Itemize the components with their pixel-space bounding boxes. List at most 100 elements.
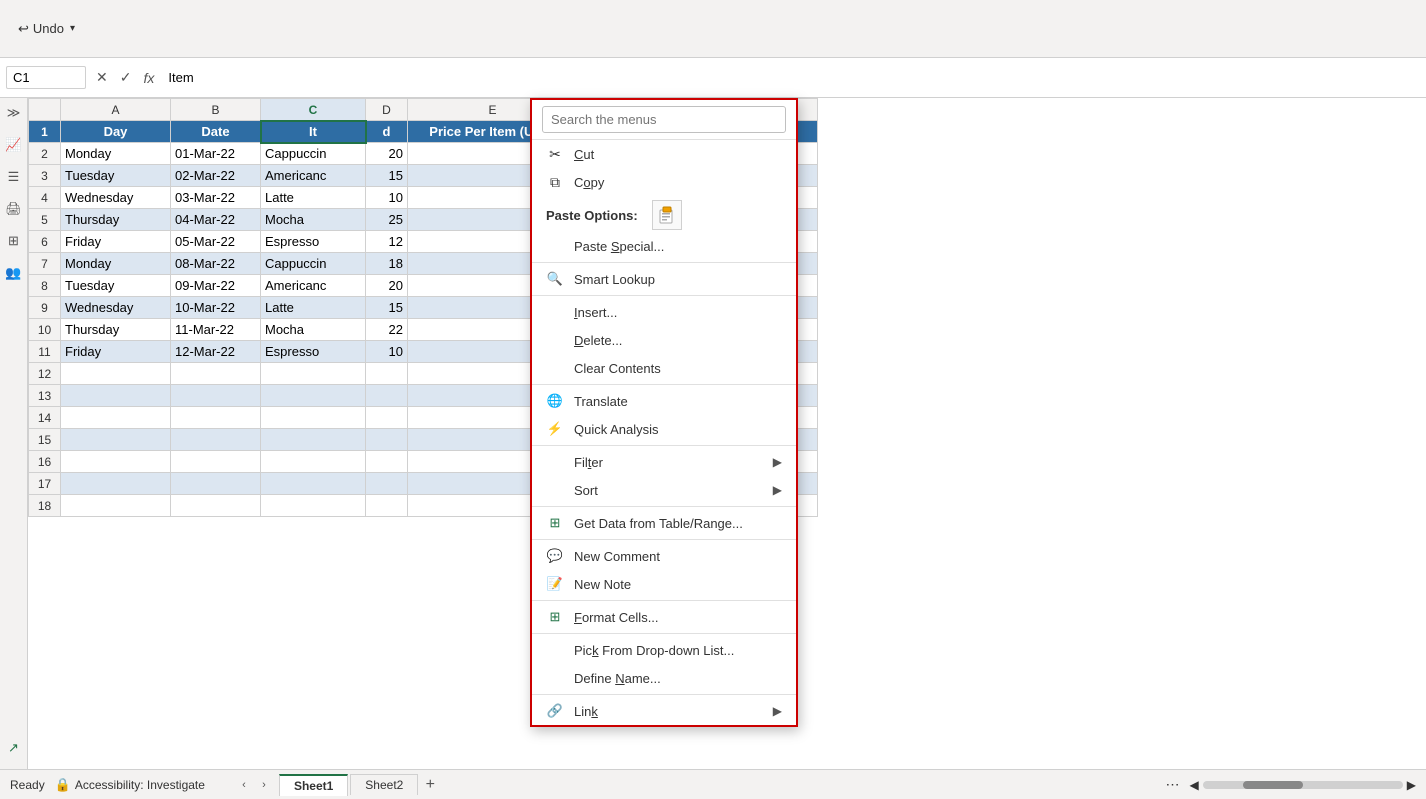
sidebar-icon-grid[interactable]: ⊞: [3, 230, 25, 252]
cell-B2[interactable]: 01-Mar-22: [171, 143, 261, 165]
cell-C8[interactable]: Americanc: [261, 275, 366, 297]
menu-item-new-note[interactable]: 📝 New Note: [532, 570, 796, 598]
cell-C17[interactable]: [261, 473, 366, 495]
cell-C4[interactable]: Latte: [261, 187, 366, 209]
cell-A6[interactable]: Friday: [61, 231, 171, 253]
cell-A11[interactable]: Friday: [61, 341, 171, 363]
cell-B6[interactable]: 05-Mar-22: [171, 231, 261, 253]
cell-D13[interactable]: [366, 385, 408, 407]
sheet-nav-right[interactable]: ›: [255, 776, 273, 794]
col-header-B[interactable]: B: [171, 99, 261, 121]
cell-B16[interactable]: [171, 451, 261, 473]
menu-item-pick-dropdown[interactable]: Pick From Drop-down List...: [532, 636, 796, 664]
cell-C6[interactable]: Espresso: [261, 231, 366, 253]
cell-B17[interactable]: [171, 473, 261, 495]
scroll-left-icon[interactable]: ◀: [1190, 778, 1199, 792]
menu-item-format-cells[interactable]: ⊞ Format Cells...: [532, 603, 796, 631]
cell-B15[interactable]: [171, 429, 261, 451]
cell-D14[interactable]: [366, 407, 408, 429]
cell-C5[interactable]: Mocha: [261, 209, 366, 231]
sidebar-icon-chevron[interactable]: ≫: [3, 102, 25, 124]
menu-item-new-comment[interactable]: 💬 New Comment: [532, 542, 796, 570]
cell-C3[interactable]: Americanc: [261, 165, 366, 187]
cell-C18[interactable]: [261, 495, 366, 517]
cell-B11[interactable]: 12-Mar-22: [171, 341, 261, 363]
accessibility-icon[interactable]: 🔒: [55, 777, 71, 793]
cell-A14[interactable]: [61, 407, 171, 429]
cell-D9[interactable]: 15: [366, 297, 408, 319]
menu-item-sort[interactable]: Sort ▶: [532, 476, 796, 504]
add-sheet-button[interactable]: +: [420, 775, 440, 795]
cell-B18[interactable]: [171, 495, 261, 517]
sheet-tab-2[interactable]: Sheet2: [350, 774, 418, 795]
cell-A17[interactable]: [61, 473, 171, 495]
sidebar-icon-arrow-expand[interactable]: ↗: [3, 737, 25, 759]
cell-A2[interactable]: Monday: [61, 143, 171, 165]
menu-item-translate[interactable]: 🌐 Translate: [532, 387, 796, 415]
cell-A5[interactable]: Thursday: [61, 209, 171, 231]
cell-D12[interactable]: [366, 363, 408, 385]
menu-item-link[interactable]: 🔗 Link ▶: [532, 697, 796, 725]
menu-item-clear[interactable]: Clear Contents: [532, 354, 796, 382]
cell-D4[interactable]: 10: [366, 187, 408, 209]
cancel-formula-icon[interactable]: ✕: [92, 67, 112, 88]
cell-D15[interactable]: [366, 429, 408, 451]
cell-B9[interactable]: 10-Mar-22: [171, 297, 261, 319]
horizontal-scrollbar[interactable]: [1203, 781, 1403, 789]
cell-A4[interactable]: Wednesday: [61, 187, 171, 209]
cell-A15[interactable]: [61, 429, 171, 451]
cell-D11[interactable]: 10: [366, 341, 408, 363]
sidebar-icon-people[interactable]: 👥: [3, 262, 25, 284]
undo-dropdown-icon[interactable]: ▾: [70, 23, 75, 34]
cell-B14[interactable]: [171, 407, 261, 429]
menu-item-delete[interactable]: Delete...: [532, 326, 796, 354]
cell-C13[interactable]: [261, 385, 366, 407]
undo-button[interactable]: ↩ Undo ▾: [10, 17, 83, 41]
menu-item-cut[interactable]: ✂ Cut: [532, 140, 796, 168]
cell-D1[interactable]: d: [366, 121, 408, 143]
cell-C7[interactable]: Cappuccin: [261, 253, 366, 275]
cell-C12[interactable]: [261, 363, 366, 385]
cell-D6[interactable]: 12: [366, 231, 408, 253]
cell-B4[interactable]: 03-Mar-22: [171, 187, 261, 209]
scroll-right-icon[interactable]: ▶: [1407, 778, 1416, 792]
cell-B5[interactable]: 04-Mar-22: [171, 209, 261, 231]
cell-D18[interactable]: [366, 495, 408, 517]
fx-icon[interactable]: fx: [139, 70, 158, 86]
cell-B10[interactable]: 11-Mar-22: [171, 319, 261, 341]
sidebar-icon-list[interactable]: ☰: [3, 166, 25, 188]
cell-C2[interactable]: Cappuccin: [261, 143, 366, 165]
cell-D2[interactable]: 20: [366, 143, 408, 165]
menu-item-smart-lookup[interactable]: 🔍 Smart Lookup: [532, 265, 796, 293]
cell-B13[interactable]: [171, 385, 261, 407]
menu-item-insert[interactable]: Insert...: [532, 298, 796, 326]
cell-D17[interactable]: [366, 473, 408, 495]
cell-B7[interactable]: 08-Mar-22: [171, 253, 261, 275]
menu-item-paste-special[interactable]: Paste Special...: [532, 232, 796, 260]
sheet-tab-1[interactable]: Sheet1: [279, 774, 348, 796]
sidebar-icon-print[interactable]: 🖨: [3, 198, 25, 220]
formula-input[interactable]: [164, 68, 1420, 87]
cell-B8[interactable]: 09-Mar-22: [171, 275, 261, 297]
cell-C16[interactable]: [261, 451, 366, 473]
cell-D8[interactable]: 20: [366, 275, 408, 297]
cell-C9[interactable]: Latte: [261, 297, 366, 319]
cell-D10[interactable]: 22: [366, 319, 408, 341]
cell-C10[interactable]: Mocha: [261, 319, 366, 341]
menu-item-filter[interactable]: Filter ▶: [532, 448, 796, 476]
col-header-D[interactable]: D: [366, 99, 408, 121]
cell-A3[interactable]: Tuesday: [61, 165, 171, 187]
sidebar-icon-chart[interactable]: 📈: [3, 134, 25, 156]
cell-B12[interactable]: [171, 363, 261, 385]
cell-A16[interactable]: [61, 451, 171, 473]
cell-A12[interactable]: [61, 363, 171, 385]
cell-C11[interactable]: Espresso: [261, 341, 366, 363]
cell-C15[interactable]: [261, 429, 366, 451]
cell-A10[interactable]: Thursday: [61, 319, 171, 341]
cell-B1[interactable]: Date: [171, 121, 261, 143]
menu-item-copy[interactable]: ⧉ Copy: [532, 168, 796, 196]
sheet-nav-left[interactable]: ‹: [235, 776, 253, 794]
menu-search-input[interactable]: [542, 106, 786, 133]
menu-item-quick-analysis[interactable]: ⚡ Quick Analysis: [532, 415, 796, 443]
menu-item-get-data[interactable]: ⊞ Get Data from Table/Range...: [532, 509, 796, 537]
